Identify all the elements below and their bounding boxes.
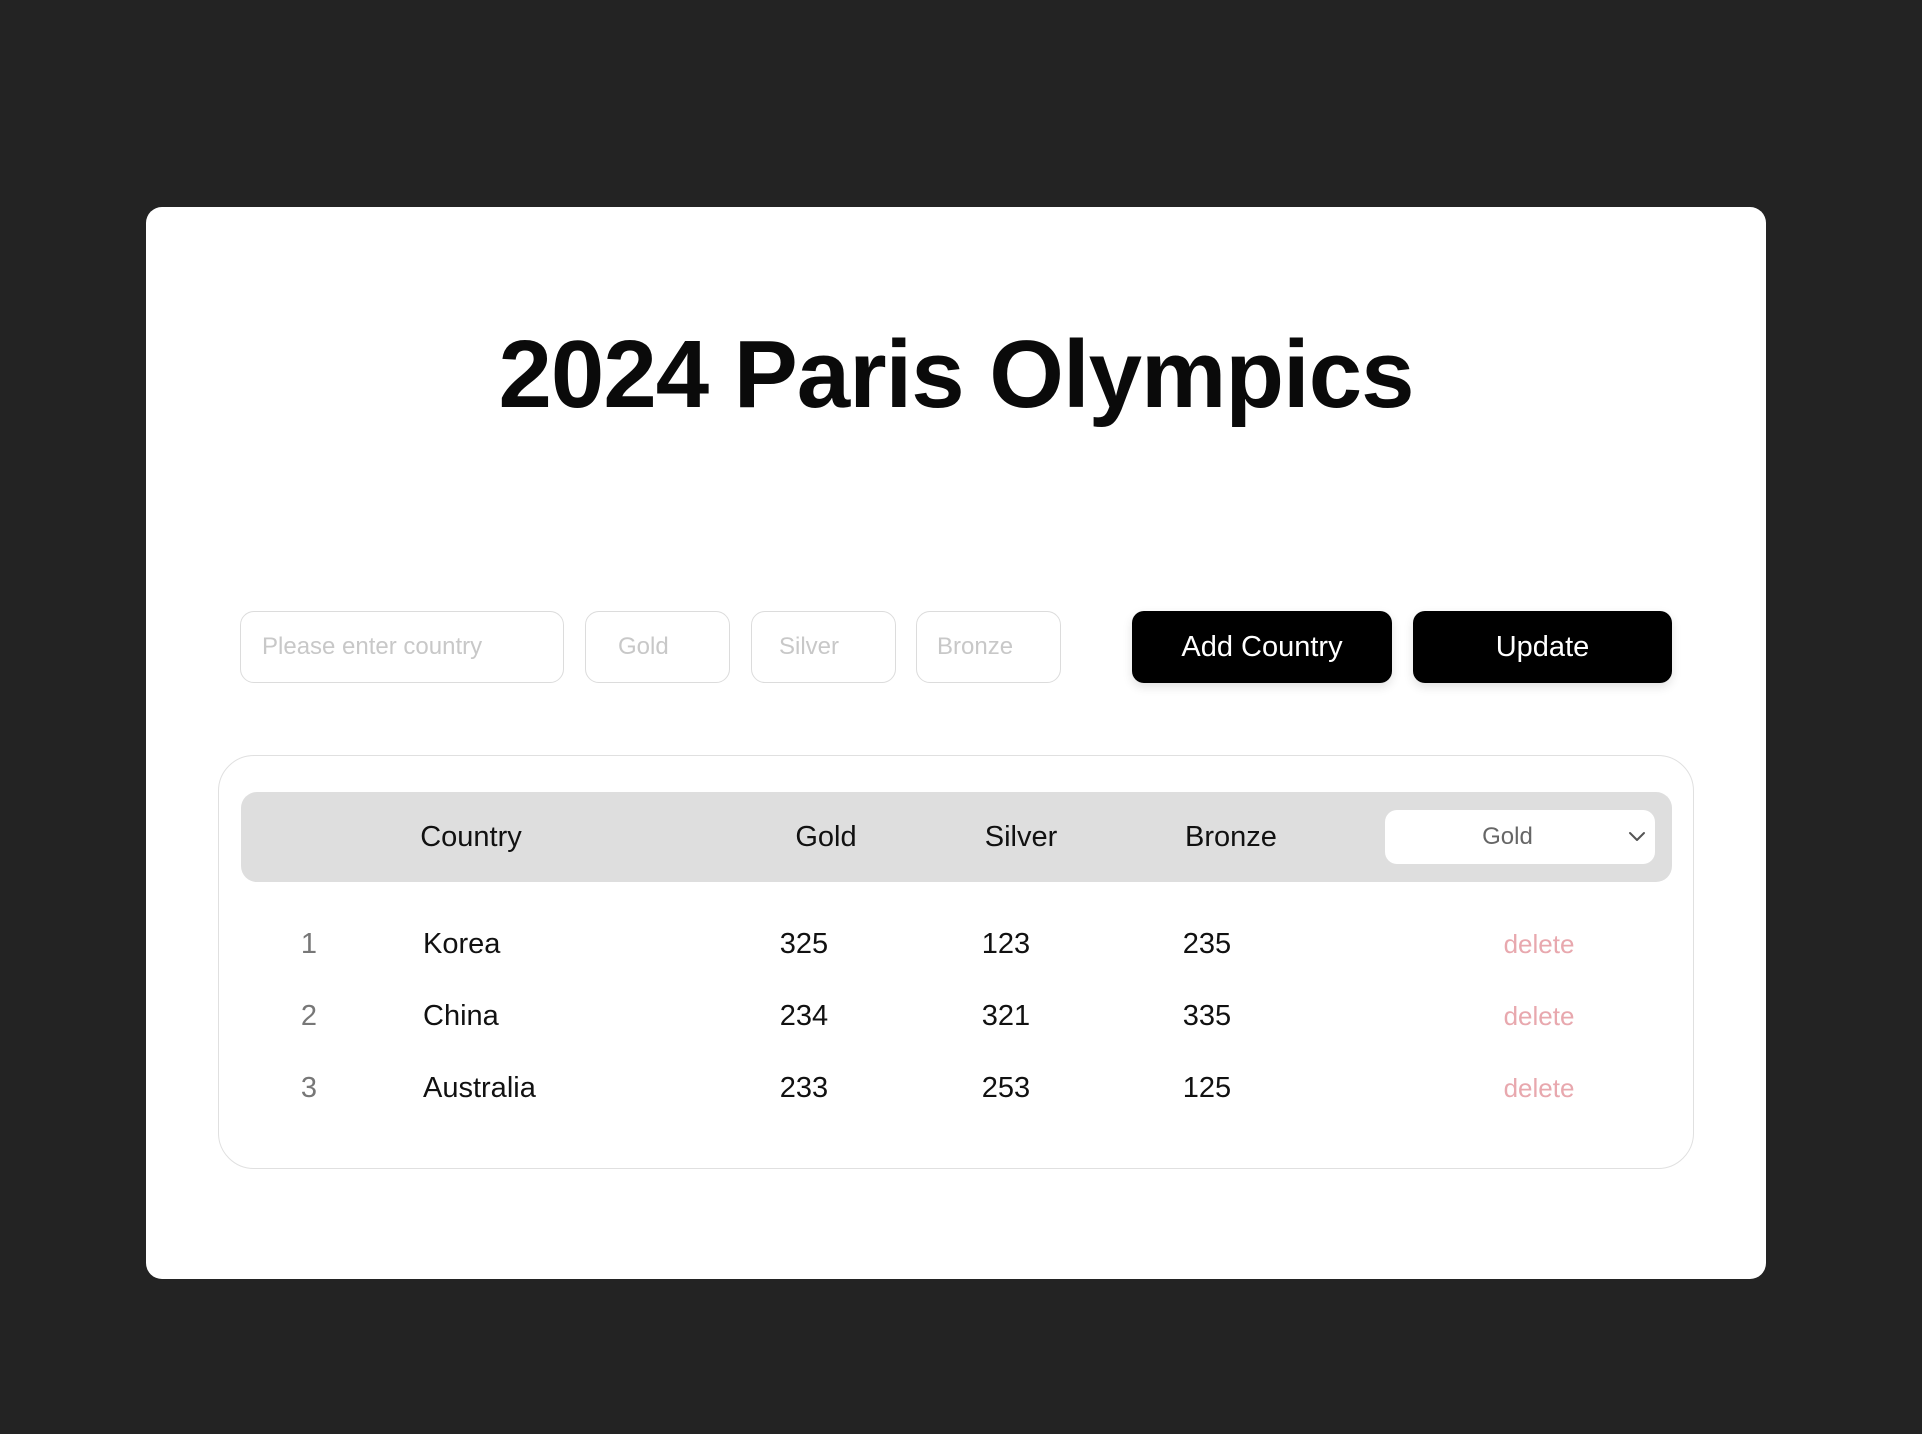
header-silver: Silver	[984, 821, 1058, 853]
row-bronze: 335	[1182, 1000, 1232, 1032]
chevron-down-icon	[1629, 832, 1645, 841]
row-country: Korea	[423, 928, 501, 960]
page-title: 2024 Paris Olympics	[498, 321, 1415, 428]
delete-button[interactable]: delete	[1479, 914, 1599, 974]
sort-select[interactable]: Gold	[1385, 810, 1655, 864]
row-bronze: 235	[1182, 928, 1232, 960]
medal-form: Add Country Update	[146, 611, 1766, 683]
row-silver: 253	[981, 1072, 1031, 1104]
sort-select-value: Gold	[1482, 823, 1533, 850]
row-bronze: 125	[1182, 1072, 1232, 1104]
add-country-button[interactable]: Add Country	[1132, 611, 1392, 683]
row-rank: 3	[300, 1072, 318, 1104]
table-row: 2 China 234 321 335 delete	[219, 986, 1695, 1046]
row-rank: 1	[300, 928, 318, 960]
country-input[interactable]	[240, 611, 564, 683]
bronze-input[interactable]	[916, 611, 1061, 683]
table-header: Country Gold Silver Bronze Gold	[241, 792, 1672, 882]
header-gold: Gold	[795, 821, 857, 853]
row-rank: 2	[300, 1000, 318, 1032]
table-row: 1 Korea 325 123 235 delete	[219, 914, 1695, 974]
header-country: Country	[420, 821, 522, 853]
row-country: Australia	[423, 1072, 536, 1104]
header-bronze: Bronze	[1185, 821, 1277, 853]
delete-button[interactable]: delete	[1479, 986, 1599, 1046]
row-gold: 234	[779, 1000, 829, 1032]
main-card: 2024 Paris Olympics Add Country Update C…	[146, 207, 1766, 1279]
row-silver: 123	[981, 928, 1031, 960]
row-gold: 325	[779, 928, 829, 960]
row-country: China	[423, 1000, 499, 1032]
table-row: 3 Australia 233 253 125 delete	[219, 1058, 1695, 1118]
row-silver: 321	[981, 1000, 1031, 1032]
medal-table: Country Gold Silver Bronze Gold 1 Korea …	[218, 755, 1694, 1169]
row-gold: 233	[779, 1072, 829, 1104]
gold-input[interactable]	[585, 611, 730, 683]
delete-button[interactable]: delete	[1479, 1058, 1599, 1118]
silver-input[interactable]	[751, 611, 896, 683]
update-button[interactable]: Update	[1413, 611, 1672, 683]
